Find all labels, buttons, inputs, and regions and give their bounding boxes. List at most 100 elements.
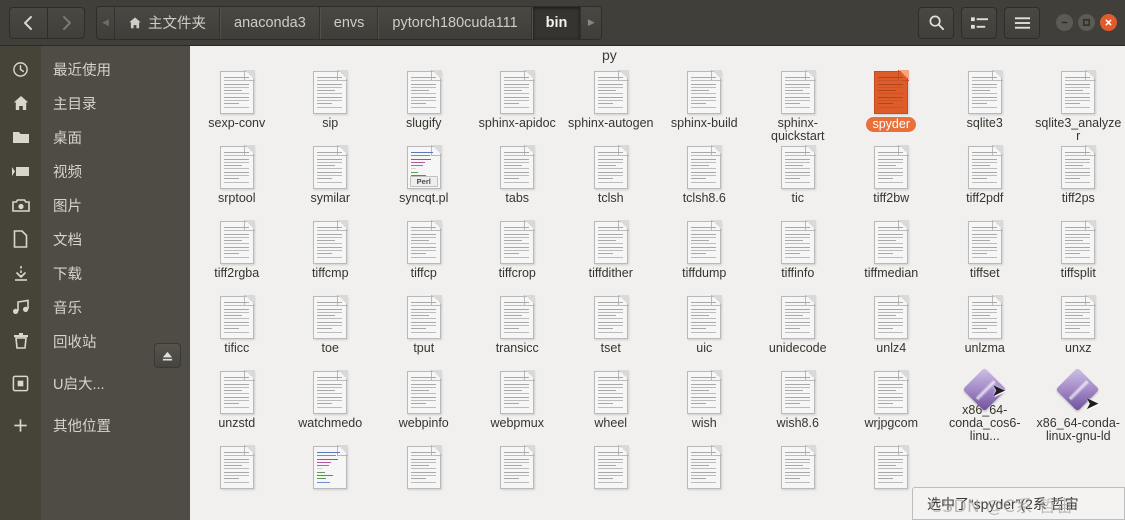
- sidebar-item-usb-drive[interactable]: [0, 366, 41, 400]
- file-item[interactable]: spyder: [845, 68, 939, 143]
- file-item[interactable]: webpinfo: [377, 368, 471, 443]
- file-item[interactable]: wheel: [564, 368, 658, 443]
- breadcrumb-item-envs[interactable]: envs: [319, 6, 379, 39]
- file-item[interactable]: transicc: [471, 293, 565, 368]
- breadcrumb-item-bin[interactable]: bin: [531, 6, 582, 39]
- file-item[interactable]: tclsh: [564, 143, 658, 218]
- file-item[interactable]: sqlite3_analyzer: [1032, 68, 1125, 143]
- file-item[interactable]: tclsh8.6: [658, 143, 752, 218]
- sidebar-item-recent[interactable]: [0, 52, 41, 86]
- file-item[interactable]: sqlite3: [938, 68, 1032, 143]
- file-item[interactable]: tiffmedian: [845, 218, 939, 293]
- file-item[interactable]: tput: [377, 293, 471, 368]
- sidebar-item-home[interactable]: [0, 86, 41, 120]
- sidebar-label-recent[interactable]: 最近使用: [41, 52, 190, 86]
- file-item[interactable]: wish8.6: [751, 368, 845, 443]
- sidebar-item-trash[interactable]: [0, 324, 41, 358]
- file-item[interactable]: [284, 443, 378, 518]
- file-item[interactable]: [658, 443, 752, 518]
- file-item[interactable]: tiffcp: [377, 218, 471, 293]
- back-button[interactable]: [9, 6, 47, 39]
- sidebar-item-desktop[interactable]: [0, 120, 41, 154]
- file-item[interactable]: unlz4: [845, 293, 939, 368]
- file-item[interactable]: unidecode: [751, 293, 845, 368]
- view-toggle-button[interactable]: [961, 6, 997, 39]
- file-item[interactable]: [471, 443, 565, 518]
- window-minimize-button[interactable]: [1056, 14, 1073, 31]
- file-item[interactable]: tiff2rgba: [190, 218, 284, 293]
- file-item[interactable]: tiffdump: [658, 218, 752, 293]
- file-item[interactable]: tiffinfo: [751, 218, 845, 293]
- file-item[interactable]: sphinx-build: [658, 68, 752, 143]
- file-item[interactable]: tiffcmp: [284, 218, 378, 293]
- file-item[interactable]: [190, 443, 284, 518]
- file-item[interactable]: unxz: [1032, 293, 1125, 368]
- menu-button[interactable]: [1004, 6, 1040, 39]
- file-item[interactable]: tset: [564, 293, 658, 368]
- file-item[interactable]: unlzma: [938, 293, 1032, 368]
- sidebar-item-downloads[interactable]: [0, 256, 41, 290]
- file-item[interactable]: tabs: [471, 143, 565, 218]
- file-item[interactable]: [377, 443, 471, 518]
- file-item[interactable]: tiff2bw: [845, 143, 939, 218]
- window-close-button[interactable]: [1100, 14, 1117, 31]
- file-item[interactable]: toe: [284, 293, 378, 368]
- sidebar-label-pictures[interactable]: 图片: [41, 188, 190, 222]
- symlink-arrow-icon: ➤: [991, 381, 1006, 400]
- sidebar-item-pictures[interactable]: [0, 188, 41, 222]
- file-grid-area[interactable]: py sexp-conv sip slugify sphinx-apidoc sphin…: [190, 46, 1125, 520]
- file-item[interactable]: sphinx-quickstart: [751, 68, 845, 143]
- sidebar-item-music[interactable]: [0, 290, 41, 324]
- file-item[interactable]: webpmux: [471, 368, 565, 443]
- file-item[interactable]: tiffdither: [564, 218, 658, 293]
- file-item[interactable]: ➤ x86_64-conda_cos6-linu...: [938, 367, 1032, 443]
- file-item[interactable]: sphinx-autogen: [564, 68, 658, 143]
- sidebar-label-usb-drive[interactable]: U启大...: [41, 366, 190, 400]
- breadcrumb-item-home[interactable]: 主文件夹: [115, 6, 220, 39]
- file-item[interactable]: tiffcrop: [471, 218, 565, 293]
- file-item[interactable]: tiffset: [938, 218, 1032, 293]
- forward-button[interactable]: [47, 6, 85, 39]
- sidebar-label-videos[interactable]: 视频: [41, 154, 190, 188]
- search-button[interactable]: [918, 6, 954, 39]
- file-item[interactable]: symilar: [284, 143, 378, 218]
- sidebar-item-documents[interactable]: [0, 222, 41, 256]
- file-item[interactable]: slugify: [377, 68, 471, 143]
- breadcrumb-prev-icon[interactable]: ◀: [97, 6, 115, 39]
- file-item[interactable]: sphinx-apidoc: [471, 68, 565, 143]
- file-item[interactable]: srptool: [190, 143, 284, 218]
- file-item[interactable]: tic: [751, 143, 845, 218]
- window-maximize-button[interactable]: [1078, 14, 1095, 31]
- file-item[interactable]: wish: [658, 368, 752, 443]
- file-item[interactable]: Perl syncqt.pl: [377, 143, 471, 218]
- file-item[interactable]: unzstd: [190, 368, 284, 443]
- breadcrumb-item-anaconda3[interactable]: anaconda3: [220, 6, 320, 39]
- document-file-icon: [500, 295, 536, 339]
- sidebar-item-other-locations[interactable]: [0, 408, 41, 442]
- file-item[interactable]: tificc: [190, 293, 284, 368]
- file-item[interactable]: tiff2ps: [1032, 143, 1125, 218]
- file-item[interactable]: tiff2pdf: [938, 143, 1032, 218]
- file-item[interactable]: tiffsplit: [1032, 218, 1125, 293]
- document-file-icon: [500, 370, 536, 414]
- file-item[interactable]: sip: [284, 68, 378, 143]
- file-item[interactable]: uic: [658, 293, 752, 368]
- file-item[interactable]: [751, 443, 845, 518]
- sidebar-label-home[interactable]: 主目录: [41, 86, 190, 120]
- eject-button[interactable]: [154, 343, 181, 368]
- sidebar-item-videos[interactable]: [0, 154, 41, 188]
- sidebar-label-desktop[interactable]: 桌面: [41, 120, 190, 154]
- breadcrumb-next-icon[interactable]: ▶: [581, 7, 601, 39]
- sidebar-label-other-locations[interactable]: 其他位置: [41, 408, 190, 442]
- sidebar-label-documents[interactable]: 文档: [41, 222, 190, 256]
- file-name-label: toe: [321, 341, 339, 355]
- file-item[interactable]: watchmedo: [284, 368, 378, 443]
- file-item[interactable]: [564, 443, 658, 518]
- file-name-label: tiffcmp: [311, 266, 349, 280]
- file-item[interactable]: ➤ x86_64-conda-linux-gnu-ld: [1032, 367, 1125, 443]
- file-item[interactable]: sexp-conv: [190, 68, 284, 143]
- sidebar-label-music[interactable]: 音乐: [41, 290, 190, 324]
- file-item[interactable]: wrjpgcom: [845, 368, 939, 443]
- sidebar-label-downloads[interactable]: 下载: [41, 256, 190, 290]
- breadcrumb-item-pytorch180cuda111[interactable]: pytorch180cuda111: [378, 6, 532, 39]
